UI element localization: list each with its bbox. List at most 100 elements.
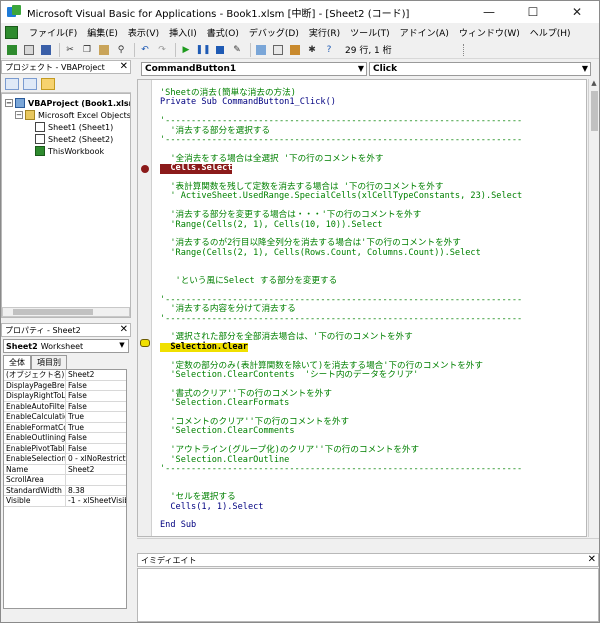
menu-format[interactable]: 書式(O) <box>202 26 244 39</box>
menu-run[interactable]: 実行(R) <box>304 26 345 39</box>
property-row[interactable]: Name Sheet2 <box>4 464 126 475</box>
toggle-folders-button[interactable] <box>41 77 55 90</box>
code-line[interactable]: ' ActiveSheet.UsedRange.SpecialCells(xlC… <box>160 191 522 201</box>
property-value[interactable]: Sheet2 <box>66 465 126 475</box>
menu-view[interactable]: 表示(V) <box>123 26 164 39</box>
code-line[interactable]: Selection.Clear <box>160 342 248 353</box>
run-icon[interactable]: ▶ <box>179 43 193 57</box>
view-code-button[interactable] <box>5 77 19 90</box>
menu-help[interactable]: ヘルプ(H) <box>525 26 576 39</box>
property-value[interactable]: 8.38 <box>66 486 126 496</box>
property-value[interactable]: False <box>66 381 126 391</box>
view-excel-icon[interactable] <box>5 43 19 57</box>
property-row[interactable]: ScrollArea <box>4 475 126 486</box>
copy-icon[interactable]: ❐ <box>80 43 94 57</box>
property-row[interactable]: EnableCalculationTrue <box>4 412 126 423</box>
property-row[interactable]: EnableSelection0 - xlNoRestrictions <box>4 454 126 465</box>
property-row[interactable]: DisplayPageBreaksFalse <box>4 380 126 391</box>
tab-alphabetic[interactable]: 全体 <box>3 355 31 369</box>
menu-addins[interactable]: アドイン(A) <box>395 26 454 39</box>
code-line[interactable]: Private Sub CommandButton1_Click() <box>160 97 336 107</box>
property-row[interactable]: Visible-1 - xlSheetVisible <box>4 496 126 507</box>
code-line[interactable]: '---------------------------------------… <box>160 314 522 324</box>
property-row[interactable]: EnableAutoFilter False <box>4 401 126 412</box>
property-row[interactable]: EnablePivotTable False <box>4 443 126 454</box>
close-button[interactable]: ✕ <box>555 1 599 23</box>
menu-debug[interactable]: デバッグ(D) <box>244 26 304 39</box>
toolbox-icon[interactable]: ✱ <box>305 43 319 57</box>
tree-item-sheet1[interactable]: Sheet1 (Sheet1) <box>35 121 113 133</box>
menu-window[interactable]: ウィンドウ(W) <box>454 26 525 39</box>
tab-categorized[interactable]: 項目別 <box>31 355 67 369</box>
properties-window-icon[interactable] <box>271 43 285 57</box>
code-line[interactable]: '---------------------------------------… <box>160 464 522 474</box>
property-row[interactable]: DisplayRightToLeftFalse <box>4 391 126 402</box>
cut-icon[interactable]: ✂ <box>63 43 77 57</box>
project-explorer-icon[interactable] <box>254 43 268 57</box>
code-line[interactable]: '---------------------------------------… <box>160 135 522 145</box>
code-line[interactable]: 'Selection.ClearFormats <box>160 398 289 408</box>
object-combo[interactable]: CommandButton1 ▼ <box>141 62 367 76</box>
scrollbar-thumb[interactable] <box>591 91 598 131</box>
chevron-up-icon[interactable]: ▲ <box>589 79 599 89</box>
procedure-combo[interactable]: Click ▼ <box>369 62 591 76</box>
property-value[interactable]: 0 - xlNoRestrictions <box>66 454 126 464</box>
property-row[interactable]: StandardWidth 8.38 <box>4 485 126 496</box>
chevron-down-icon[interactable]: ▼ <box>582 63 588 75</box>
property-row[interactable]: (オブジェクト名) Sheet2 <box>4 370 126 381</box>
save-icon[interactable] <box>39 43 53 57</box>
break-icon[interactable]: ❚❚ <box>195 43 210 57</box>
view-object-button[interactable] <box>23 77 37 90</box>
property-value[interactable]: False <box>66 433 126 443</box>
code-line[interactable]: End Sub <box>160 520 196 530</box>
immediate-window[interactable] <box>137 568 599 622</box>
chevron-down-icon[interactable]: ▼ <box>117 341 127 351</box>
code-line[interactable]: 'Range(Cells(2, 1), Cells(10, 10)).Selec… <box>160 220 382 230</box>
property-value[interactable]: True <box>66 412 126 422</box>
code-line[interactable]: 'Selection.ClearComments <box>160 426 294 436</box>
code-horizontal-scrollbar[interactable] <box>137 538 599 548</box>
property-row[interactable]: EnableFormatConditionsCalculationTrue <box>4 422 126 433</box>
help-icon[interactable]: ? <box>322 43 336 57</box>
property-value[interactable]: Sheet2 <box>66 370 126 380</box>
margin-indicator-bar[interactable] <box>138 80 152 536</box>
tree-item-vbaproject[interactable]: − VBAProject (Book1.xlsm) <box>5 97 130 109</box>
tree-item-excel-objects[interactable]: − Microsoft Excel Objects <box>15 109 130 121</box>
property-value[interactable]: True <box>66 423 126 433</box>
collapse-icon[interactable]: − <box>15 111 23 119</box>
breakpoint-icon[interactable] <box>141 165 149 173</box>
property-row[interactable]: EnableOutlining False <box>4 433 126 444</box>
find-icon[interactable]: ⚲ <box>114 43 128 57</box>
tree-item-sheet2[interactable]: Sheet2 (Sheet2) <box>35 133 113 145</box>
property-value[interactable]: False <box>66 444 126 454</box>
close-icon[interactable]: ✕ <box>120 61 128 72</box>
minimize-button[interactable]: — <box>467 1 511 23</box>
insert-module-icon[interactable] <box>22 43 36 57</box>
close-icon[interactable]: ✕ <box>588 554 596 565</box>
execution-arrow-icon[interactable] <box>140 339 150 347</box>
menu-tools[interactable]: ツール(T) <box>345 26 395 39</box>
toolbar-grip[interactable] <box>463 43 469 56</box>
property-value[interactable] <box>66 475 126 485</box>
code-line[interactable]: Cells(1, 1).Select <box>160 502 263 512</box>
reset-icon[interactable] <box>213 43 227 57</box>
code-line[interactable]: 'Range(Cells(2, 1), Cells(Rows.Count, Co… <box>160 248 480 258</box>
code-line[interactable]: 'という風にSelect する部分を変更する <box>160 276 338 286</box>
code-line[interactable]: 'Selection.ClearContents 'シート内のデータをクリア' <box>160 370 418 380</box>
project-tree-scrollbar[interactable] <box>2 307 130 317</box>
paste-icon[interactable] <box>97 43 111 57</box>
property-value[interactable]: -1 - xlSheetVisible <box>66 496 126 506</box>
undo-icon[interactable]: ↶ <box>138 43 152 57</box>
menu-file[interactable]: ファイル(F) <box>24 26 82 39</box>
tree-item-thisworkbook[interactable]: ThisWorkbook <box>35 145 104 157</box>
code-vertical-scrollbar[interactable]: ▲ <box>588 79 599 537</box>
property-value[interactable]: False <box>66 402 126 412</box>
design-mode-icon[interactable]: ✎ <box>230 43 244 57</box>
chevron-down-icon[interactable]: ▼ <box>358 63 364 75</box>
collapse-icon[interactable]: − <box>5 99 13 107</box>
excel-icon[interactable] <box>5 25 18 39</box>
menu-insert[interactable]: 挿入(I) <box>164 26 202 39</box>
redo-icon[interactable]: ↷ <box>155 43 169 57</box>
close-icon[interactable]: ✕ <box>120 324 128 335</box>
properties-object-select[interactable]: Sheet2 Worksheet ▼ <box>3 339 129 353</box>
